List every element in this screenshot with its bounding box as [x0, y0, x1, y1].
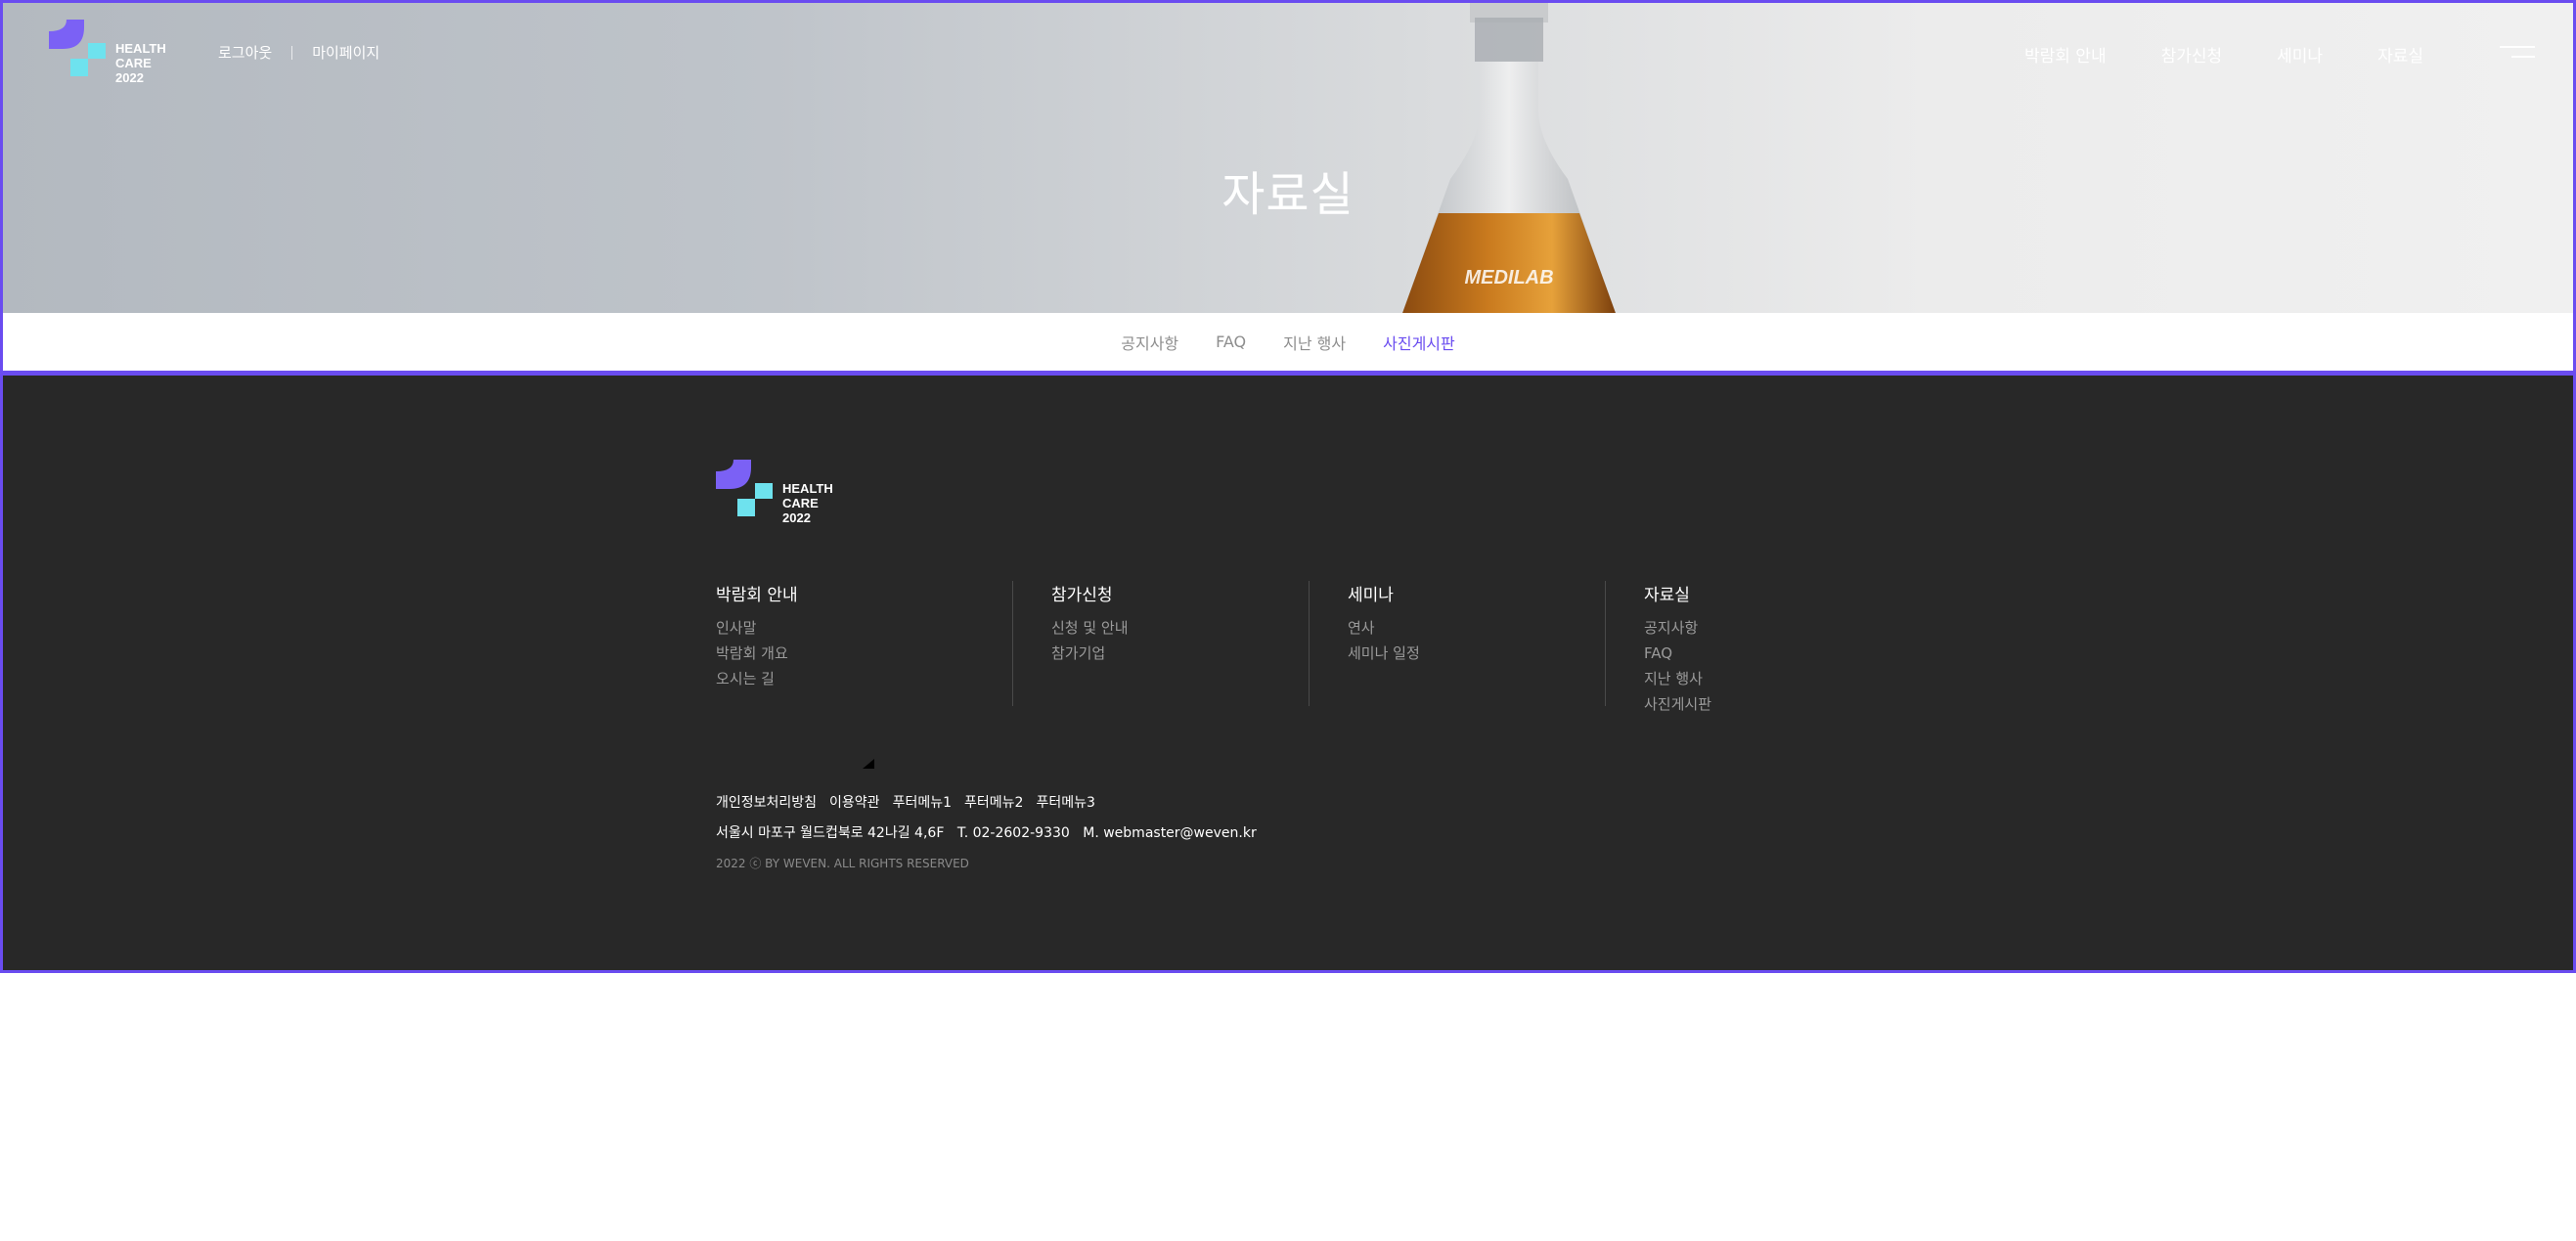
nav-resources[interactable]: 자료실 — [2377, 42, 2423, 66]
privacy-policy-link[interactable]: 개인정보처리방침 — [716, 792, 817, 812]
footer-sitemap: 박람회 안내 인사말 박람회 개요 오시는 길 참가신청 신청 및 안내 참가기… — [716, 581, 1901, 713]
footer-link[interactable]: 박람회 개요 — [716, 641, 1012, 666]
footer-address: 서울시 마포구 월드컵북로 42나길 4,6F T. 02-2602-9330 … — [716, 822, 1266, 842]
footer-col-title[interactable]: 참가신청 — [1051, 581, 1309, 605]
footer-link[interactable]: 오시는 길 — [716, 666, 1012, 691]
footer-link[interactable]: 공지사항 — [1644, 615, 1901, 641]
sub-nav: 공지사항 FAQ 지난 행사 사진게시판 — [3, 313, 2573, 371]
footer-link[interactable]: 인사말 — [716, 615, 1012, 641]
terms-link[interactable]: 이용약관 — [829, 792, 880, 812]
logo-mark-icon — [716, 460, 773, 516]
hero-banner: MEDILAB HEALTH CARE 2022 로그아웃 마이페이지 박람회 … — [3, 3, 2573, 313]
subnav-notice[interactable]: 공지사항 — [1121, 331, 1178, 354]
footer-col-title[interactable]: 박람회 안내 — [716, 581, 1012, 605]
nav-seminar[interactable]: 세미나 — [2277, 42, 2323, 66]
footer-link[interactable]: 사진게시판 — [1644, 691, 1901, 717]
logout-link[interactable]: 로그아웃 — [218, 42, 272, 63]
footer-col-seminar: 세미나 연사 세미나 일정 — [1309, 581, 1605, 706]
email-text: M. webmaster@weven.kr — [1083, 825, 1257, 841]
copyright: 2022 ⓒ BY WEVEN. ALL RIGHTS RESERVED — [716, 857, 969, 870]
util-links: 로그아웃 마이페이지 — [218, 42, 379, 63]
footer: HEALTH CARE 2022 박람회 안내 인사말 박람회 개요 오시는 길… — [3, 376, 2573, 970]
logo-text: HEALTH CARE 2022 — [115, 41, 166, 85]
footer-link[interactable]: 신청 및 안내 — [1051, 615, 1309, 641]
footer-menu-2-link[interactable]: 푸터메뉴2 — [964, 792, 1023, 812]
header-logo[interactable]: HEALTH CARE 2022 — [49, 20, 176, 85]
footer-logo[interactable]: HEALTH CARE 2022 — [716, 460, 843, 525]
main-nav: 박람회 안내 참가신청 세미나 자료실 — [2024, 42, 2570, 66]
nav-registration[interactable]: 참가신청 — [2161, 42, 2223, 66]
footer-col-expo: 박람회 안내 인사말 박람회 개요 오시는 길 — [716, 581, 1012, 706]
footer-logo-text: HEALTH CARE 2022 — [782, 481, 833, 525]
footer-col-registration: 참가신청 신청 및 안내 참가기업 — [1012, 581, 1309, 706]
logo-mark-icon — [49, 20, 106, 76]
footer-col-resources: 자료실 공지사항 FAQ 지난 행사 사진게시판 — [1605, 581, 1901, 713]
footer-link[interactable]: 세미나 일정 — [1348, 641, 1605, 666]
footer-menu-3-link[interactable]: 푸터메뉴3 — [1036, 792, 1094, 812]
subnav-past-events[interactable]: 지난 행사 — [1283, 331, 1346, 354]
page-title: 자료실 — [1221, 167, 1355, 222]
footer-col-title[interactable]: 세미나 — [1348, 581, 1605, 605]
mypage-link[interactable]: 마이페이지 — [312, 42, 379, 63]
address-text: 서울시 마포구 월드컵북로 42나길 4,6F — [716, 825, 945, 841]
util-separator — [291, 45, 293, 60]
footer-link[interactable]: 연사 — [1348, 615, 1605, 641]
subnav-faq[interactable]: FAQ — [1216, 332, 1246, 351]
nav-expo-info[interactable]: 박람회 안내 — [2024, 42, 2107, 66]
hamburger-icon[interactable] — [2500, 45, 2535, 64]
resize-arrow-icon — [863, 759, 874, 769]
footer-link[interactable]: FAQ — [1644, 641, 1901, 666]
subnav-photo-board[interactable]: 사진게시판 — [1383, 331, 1455, 354]
footer-link[interactable]: 참가기업 — [1051, 641, 1309, 666]
footer-col-title[interactable]: 자료실 — [1644, 581, 1901, 605]
phone-text: T. 02-2602-9330 — [956, 825, 1070, 841]
footer-menu-1-link[interactable]: 푸터메뉴1 — [893, 792, 952, 812]
footer-link[interactable]: 지난 행사 — [1644, 666, 1901, 691]
flask-label: MEDILAB — [1464, 267, 1553, 288]
footer-policy-links: 개인정보처리방침 이용약관 푸터메뉴1 푸터메뉴2 푸터메뉴3 — [716, 792, 1108, 812]
